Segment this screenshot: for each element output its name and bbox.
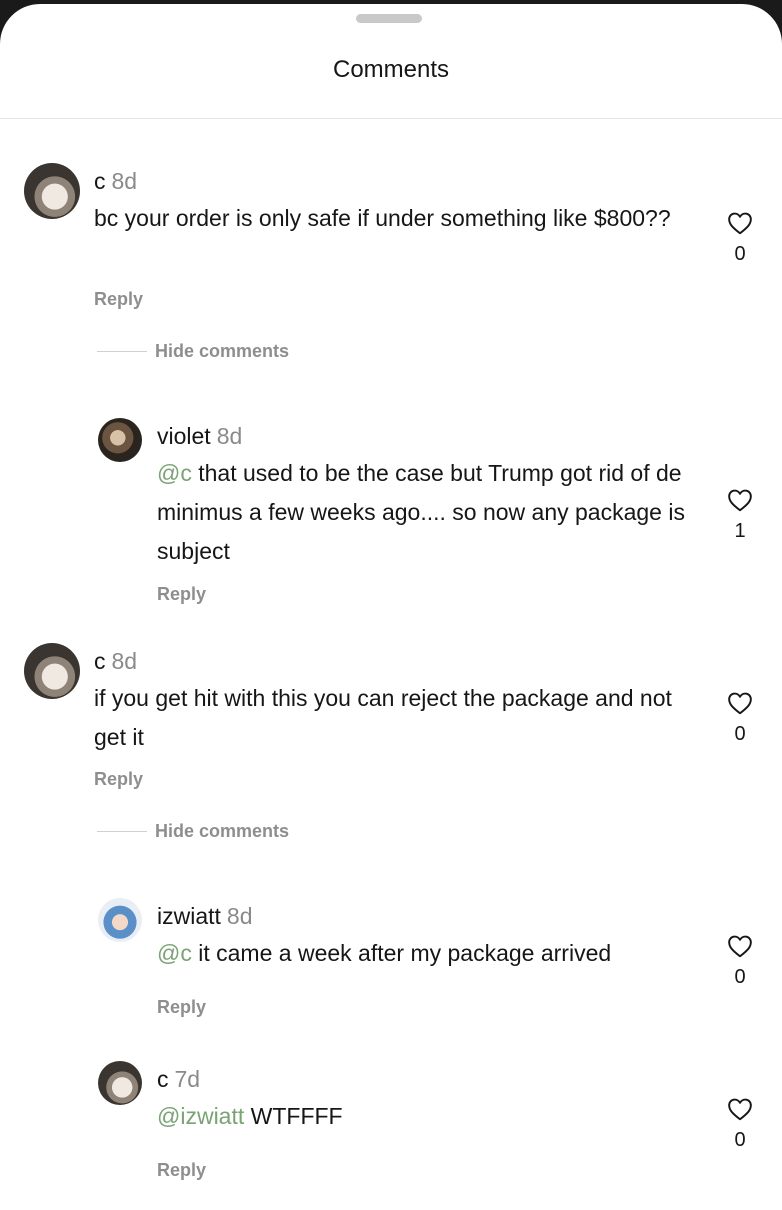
comment-text: @c that used to be the case but Trump go… (157, 460, 685, 564)
comment-text: @izwiatt WTFFFF (157, 1103, 343, 1129)
reply-button[interactable]: Reply (157, 584, 206, 605)
avatar[interactable] (98, 418, 142, 462)
avatar[interactable] (24, 643, 80, 699)
like-button[interactable]: 0 (726, 691, 754, 746)
comment-age: 8d (111, 168, 138, 194)
header-divider (0, 118, 782, 119)
like-count: 0 (734, 243, 746, 265)
mention-link[interactable]: @c (157, 940, 192, 966)
reply-button[interactable]: Reply (157, 1160, 206, 1181)
like-count: 1 (734, 520, 746, 542)
comment-text: @c it came a week after my package arriv… (157, 940, 612, 966)
comment-text: bc your order is only safe if under some… (94, 205, 671, 231)
comment-username[interactable]: c (94, 648, 106, 674)
like-count: 0 (734, 966, 746, 988)
reply-button[interactable]: Reply (94, 769, 143, 790)
comment-age: 8d (111, 648, 138, 674)
heart-outline-icon (728, 489, 752, 512)
comment-username[interactable]: izwiatt (157, 903, 221, 929)
like-button[interactable]: 0 (726, 211, 754, 266)
mention-link[interactable]: @c (157, 460, 192, 486)
avatar[interactable] (98, 898, 142, 942)
sheet-drag-handle[interactable] (356, 14, 422, 23)
heart-outline-icon (728, 935, 752, 958)
reply-button[interactable]: Reply (157, 997, 206, 1018)
comment-age: 7d (174, 1066, 201, 1092)
mention-link[interactable]: @izwiatt (157, 1103, 244, 1129)
comment-age: 8d (216, 423, 243, 449)
hide-comments-toggle[interactable]: Hide comments (97, 821, 289, 842)
like-count: 0 (734, 723, 746, 745)
comment-age: 8d (226, 903, 253, 929)
comment-text: if you get hit with this you can reject … (94, 685, 672, 750)
like-button[interactable]: 1 (726, 488, 754, 543)
comment-username[interactable]: c (157, 1066, 169, 1092)
avatar[interactable] (24, 163, 80, 219)
like-button[interactable]: 0 (726, 934, 754, 989)
comment-username[interactable]: violet (157, 423, 211, 449)
like-count: 0 (734, 1129, 746, 1151)
page-title: Comments (332, 56, 450, 83)
heart-outline-icon (728, 212, 752, 235)
reply-button[interactable]: Reply (94, 289, 143, 310)
comments-sheet: Comments c 8d bc your order is only safe … (0, 4, 782, 1210)
divider (97, 351, 147, 352)
like-button[interactable]: 0 (726, 1097, 754, 1152)
hide-comments-toggle[interactable]: Hide comments (97, 341, 289, 362)
comment-username[interactable]: c (94, 168, 106, 194)
heart-outline-icon (728, 1098, 752, 1121)
divider (97, 831, 147, 832)
avatar[interactable] (98, 1061, 142, 1105)
heart-outline-icon (728, 692, 752, 715)
